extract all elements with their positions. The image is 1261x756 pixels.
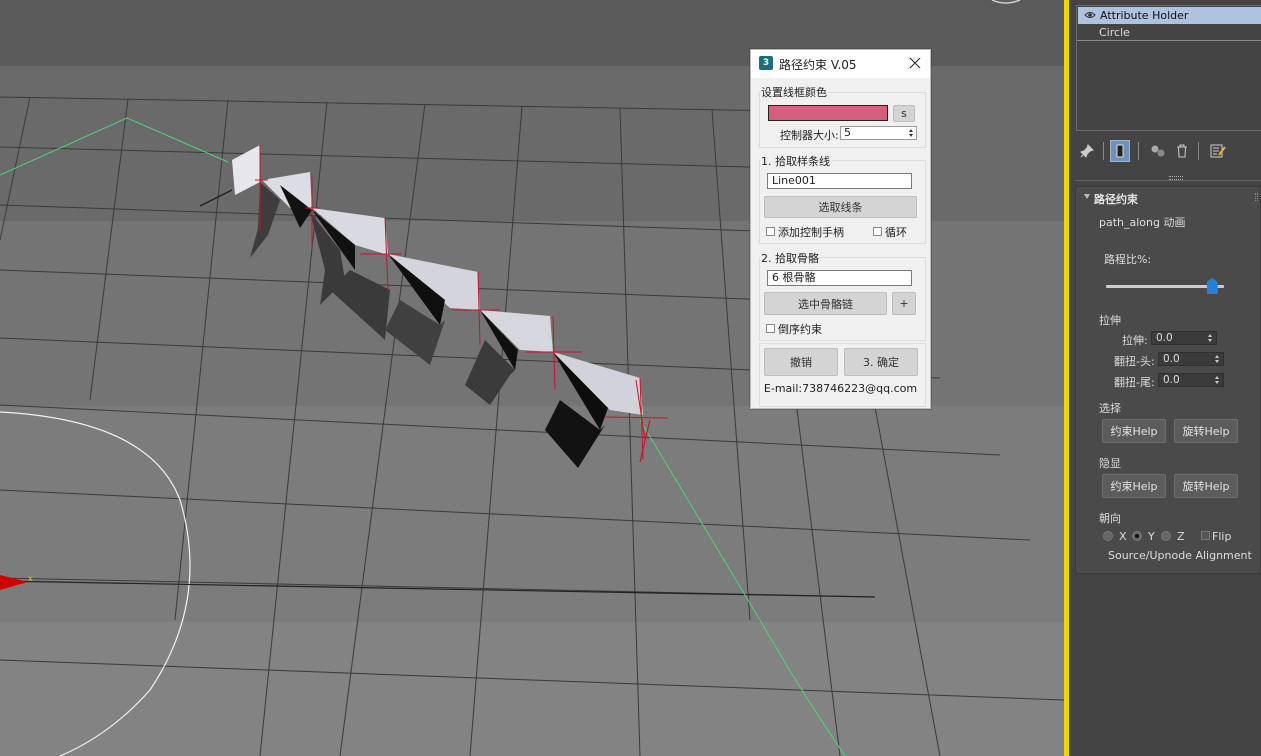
flip-checkbox[interactable] <box>1201 531 1210 540</box>
reverse-label: 倒序约束 <box>778 323 822 336</box>
spinner-arrows-icon[interactable] <box>1208 333 1213 344</box>
rollout-drag-icon[interactable] <box>1255 193 1258 201</box>
stack-item-label: Attribute Holder <box>1100 9 1189 22</box>
undo-button[interactable]: 撤销 <box>764 348 838 376</box>
spinner-arrows-icon[interactable] <box>1215 354 1220 365</box>
stack-item-attribute-holder[interactable]: Attribute Holder <box>1078 7 1261 24</box>
path-constraint-rollout: 路径约束 path_along 动画 路程比%: 拉伸 拉伸: 0.0 翻扭-头… <box>1075 186 1261 574</box>
wire-color-swatch[interactable] <box>768 105 888 121</box>
hide-constraint-help-button[interactable]: 约束Help <box>1102 474 1166 498</box>
stretch-spinner[interactable]: 0.0 <box>1151 331 1217 345</box>
dialog-titlebar[interactable]: 3 路径约束 V.05 <box>751 50 930 78</box>
stretch-group-label: 拉伸 <box>1099 314 1121 327</box>
stretch-value: 0.0 <box>1156 332 1173 344</box>
plus-button[interactable]: + <box>892 292 916 315</box>
add-handles-label: 添加控制手柄 <box>778 226 844 239</box>
stack-item-circle[interactable]: Circle <box>1077 24 1261 41</box>
pin-stack-icon[interactable] <box>1077 140 1097 162</box>
add-handles-checkbox[interactable] <box>766 227 775 236</box>
orient-x-radio[interactable] <box>1103 531 1113 541</box>
spinner-arrows-icon[interactable] <box>1215 375 1220 386</box>
path-percent-slider-thumb[interactable] <box>1206 278 1218 294</box>
stack-item-label: Circle <box>1099 26 1130 39</box>
twist-tail-value: 0.0 <box>1163 374 1180 386</box>
select-group-label: 选择 <box>1099 402 1121 415</box>
dialog-title: 路径约束 V.05 <box>779 58 857 72</box>
controller-size-label: 控制器大小: <box>780 129 839 142</box>
pick-spline-group-label: 1. 拾取样条线 <box>760 153 831 169</box>
twist-tail-spinner[interactable]: 0.0 <box>1158 373 1224 387</box>
configure-sets-icon[interactable] <box>1208 140 1228 162</box>
spline-field[interactable]: Line001 <box>767 173 912 189</box>
twist-head-spinner[interactable]: 0.0 <box>1158 352 1224 366</box>
flip-label: Flip <box>1212 530 1232 543</box>
rollout-subtitle: path_along 动画 <box>1099 216 1186 229</box>
select-constraint-help-button[interactable]: 约束Help <box>1102 419 1166 443</box>
path-constraint-dialog: 3 路径约束 V.05 设置线框颜色 s 控制器大小: 5 1. 拾取样条线 L… <box>750 49 931 409</box>
alignment-label: Source/Upnode Alignment <box>1108 549 1252 562</box>
select-spline-button[interactable]: 选取线条 <box>764 196 917 218</box>
loop-checkbox[interactable] <box>873 227 882 236</box>
3dsmax-logo-icon: 3 <box>759 56 773 70</box>
orient-z-label: Z <box>1177 530 1185 543</box>
loop-label: 循环 <box>885 226 907 239</box>
stack-toolbar <box>1074 138 1261 164</box>
twist-head-label: 翻扭-头: <box>1114 355 1155 368</box>
select-rotate-help-button[interactable]: 旋转Help <box>1174 419 1238 443</box>
bones-field[interactable]: 6 根骨骼 <box>767 270 912 286</box>
controller-size-spinner[interactable]: 5 <box>840 126 917 140</box>
orient-y-radio[interactable] <box>1132 531 1142 541</box>
confirm-button[interactable]: 3. 确定 <box>844 348 918 376</box>
select-bone-chain-button[interactable]: 选中骨骼链 <box>764 292 887 315</box>
make-unique-icon[interactable] <box>1148 140 1168 162</box>
collapse-arrow-icon[interactable] <box>1084 194 1090 199</box>
rollout-title[interactable]: 路径约束 <box>1094 191 1138 207</box>
orient-x-label: X <box>1119 530 1127 543</box>
hide-group-label: 隐显 <box>1099 457 1121 470</box>
orient-y-label: Y <box>1148 530 1155 543</box>
twist-tail-label: 翻扭-尾: <box>1114 376 1155 389</box>
eye-icon[interactable] <box>1084 10 1096 20</box>
close-icon[interactable] <box>906 54 924 72</box>
path-percent-label: 路程比%: <box>1104 253 1152 266</box>
controller-size-value: 5 <box>844 126 851 139</box>
s-button[interactable]: s <box>893 105 915 122</box>
reverse-checkbox[interactable] <box>766 324 775 333</box>
pick-bones-group-label: 2. 拾取骨骼 <box>760 250 820 266</box>
remove-modifier-icon[interactable] <box>1172 140 1192 162</box>
stretch-label: 拉伸: <box>1122 334 1148 347</box>
spinner-arrows-icon[interactable] <box>909 128 914 139</box>
command-panel: Attribute Holder Circle 路径约束 path_along <box>1069 0 1261 756</box>
x-axis-label: x <box>28 574 33 583</box>
orient-group-label: 朝向 <box>1099 512 1121 525</box>
wire-color-group-label: 设置线框颜色 <box>760 84 828 100</box>
twist-head-value: 0.0 <box>1163 353 1180 365</box>
path-percent-slider[interactable] <box>1106 285 1224 288</box>
show-end-result-icon[interactable] <box>1110 140 1130 162</box>
hide-rotate-help-button[interactable]: 旋转Help <box>1174 474 1238 498</box>
email-text: E-mail:738746223@qq.com <box>763 382 918 395</box>
orient-z-radio[interactable] <box>1161 531 1171 541</box>
modifier-stack[interactable]: Attribute Holder Circle <box>1076 5 1261 131</box>
